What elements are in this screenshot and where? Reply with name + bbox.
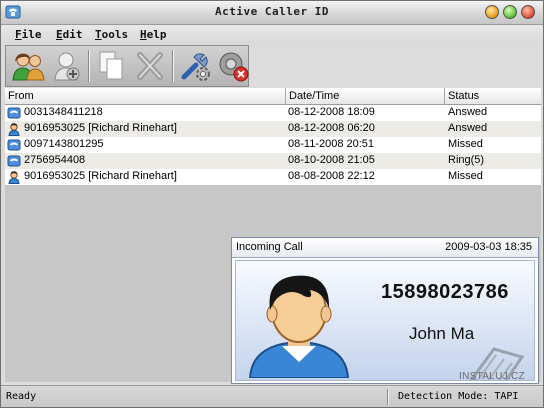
list-header: From Date/Time Status [5,88,541,105]
table-row[interactable]: 9016953025 [Richard Rinehart] 08-12-2008… [5,121,541,137]
person-icon [8,123,20,136]
row-from: 2756954408 [24,154,86,166]
person-icon [8,171,20,184]
popup-body: 15898023786 John Ma [235,260,535,381]
phone-icon [7,155,21,167]
row-from: 0097143801295 [24,138,104,150]
row-status: Missed [448,138,483,150]
phone-icon [7,139,21,151]
status-text: Ready [6,391,37,402]
column-header-datetime[interactable]: Date/Time [286,88,445,104]
row-status: Answed [448,106,488,118]
delete-icon[interactable] [132,49,168,83]
row-from: 9016953025 [Richard Rinehart] [24,122,177,134]
popup-timestamp: 2009-03-03 18:35 [445,241,532,253]
row-datetime: 08-10-2008 21:05 [288,154,375,166]
row-status: Ring(5) [448,154,485,166]
column-header-from[interactable]: From [5,88,286,104]
row-status: Missed [448,170,483,182]
phone-icon [7,107,21,119]
popup-header: Incoming Call 2009-03-03 18:35 [232,238,538,258]
contacts-icon[interactable] [10,49,46,83]
menu-file[interactable]: File [15,28,42,41]
add-contact-icon[interactable] [48,49,84,83]
detection-mode: Detection Mode: TAPI [398,391,519,402]
column-header-status[interactable]: Status [445,88,541,104]
incoming-call-popup[interactable]: Incoming Call 2009-03-03 18:35 158980237… [231,237,539,384]
maximize-button[interactable] [503,5,517,19]
settings-icon[interactable] [178,49,214,83]
status-bar: Ready Detection Mode: TAPI INSTALUJ.CZ [1,371,543,407]
app-window: Active Caller ID File Edit Tools Help Fr… [0,0,544,408]
disconnect-icon[interactable] [216,49,252,83]
popup-title: Incoming Call [236,241,303,253]
watermark-text: INSTALUJ.CZ [459,371,525,382]
minimize-button[interactable] [485,5,499,19]
row-datetime: 08-11-2008 20:51 [288,138,375,150]
row-from: 0031348411218 [24,106,103,118]
caller-number: 15898023786 [381,281,509,303]
toolbar [5,45,249,87]
menu-bar: File Edit Tools Help [1,25,543,44]
toolbar-separator [172,50,174,82]
close-button[interactable] [521,5,535,19]
toolbar-separator [88,50,90,82]
table-row[interactable]: 0031348411218 08-12-2008 18:09 Answed [5,105,541,121]
row-datetime: 08-12-2008 06:20 [288,122,375,134]
menu-edit[interactable]: Edit [56,28,83,41]
caller-avatar-icon [248,275,350,378]
menu-help[interactable]: Help [140,28,167,41]
status-separator [387,389,389,405]
table-row[interactable]: 9016953025 [Richard Rinehart] 08-08-2008… [5,169,541,185]
title-bar[interactable]: Active Caller ID [1,1,543,25]
table-row[interactable]: 2756954408 08-10-2008 21:05 Ring(5) [5,153,541,169]
menu-tools[interactable]: Tools [95,28,128,41]
row-datetime: 08-12-2008 18:09 [288,106,375,118]
copy-icon[interactable] [94,49,130,83]
row-from: 9016953025 [Richard Rinehart] [24,170,177,182]
table-row[interactable]: 0097143801295 08-11-2008 20:51 Missed [5,137,541,153]
window-title: Active Caller ID [215,5,329,18]
row-datetime: 08-08-2008 22:12 [288,170,375,182]
row-status: Answed [448,122,488,134]
